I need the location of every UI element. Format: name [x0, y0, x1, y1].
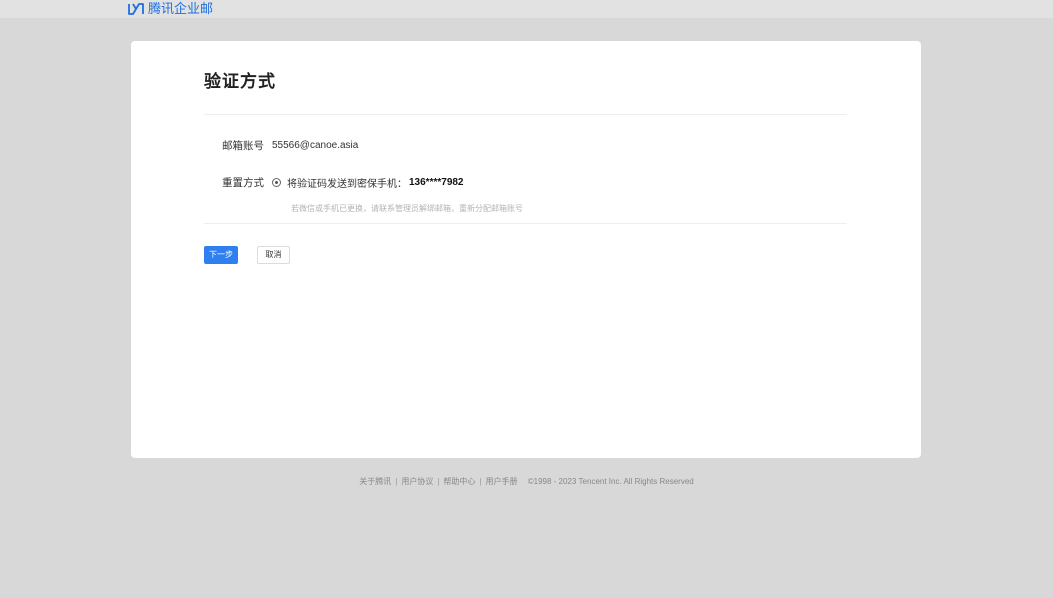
top-bar: 腾讯企业邮 [0, 0, 1053, 18]
footer-separator: | [395, 477, 398, 486]
reset-method-option[interactable]: 将验证码发送到密保手机： [287, 175, 407, 190]
footer-link-agreement[interactable]: 用户协议 [401, 477, 433, 486]
form-divider [204, 223, 847, 224]
brand-logo[interactable]: 腾讯企业邮 [128, 1, 213, 17]
copyright: ©1998 - 2023 Tencent Inc. All Rights Res… [527, 477, 694, 486]
radio-dot-icon [275, 181, 278, 184]
page-title: 验证方式 [204, 72, 276, 91]
account-value: 55566@canoe.asia [272, 140, 359, 151]
phone-radio[interactable] [272, 178, 281, 187]
masked-phone: 136****7982 [409, 177, 464, 188]
cancel-button[interactable]: 取消 [257, 246, 290, 264]
brand-name: 腾讯企业邮 [148, 1, 214, 16]
verification-card: 验证方式 邮箱账号 55566@canoe.asia 重置方式 将验证码发送到密… [131, 41, 921, 458]
footer: 关于腾讯 | 用户协议 | 帮助中心 | 用户手册 ©1998 - 2023 Tencent… [0, 476, 1053, 487]
footer-separator: | [437, 477, 440, 486]
footer-link-help[interactable]: 帮助中心 [443, 477, 475, 486]
next-button[interactable]: 下一步 [204, 246, 238, 264]
reset-method-label: 重置方式 [222, 177, 264, 189]
footer-link-about[interactable]: 关于腾讯 [359, 477, 391, 486]
change-phone-hint: 若微信或手机已更换，请联系管理员解绑邮箱，重新分配邮箱账号 [291, 204, 523, 213]
footer-separator: | [479, 477, 482, 486]
footer-link-manual[interactable]: 用户手册 [486, 477, 518, 486]
title-divider [204, 114, 847, 115]
account-row: 邮箱账号 55566@canoe.asia [204, 138, 358, 153]
tencent-exmail-logo-icon [128, 3, 144, 15]
account-label: 邮箱账号 [222, 140, 264, 152]
reset-method-row: 重置方式 将验证码发送到密保手机： 136****7982 [204, 175, 464, 190]
